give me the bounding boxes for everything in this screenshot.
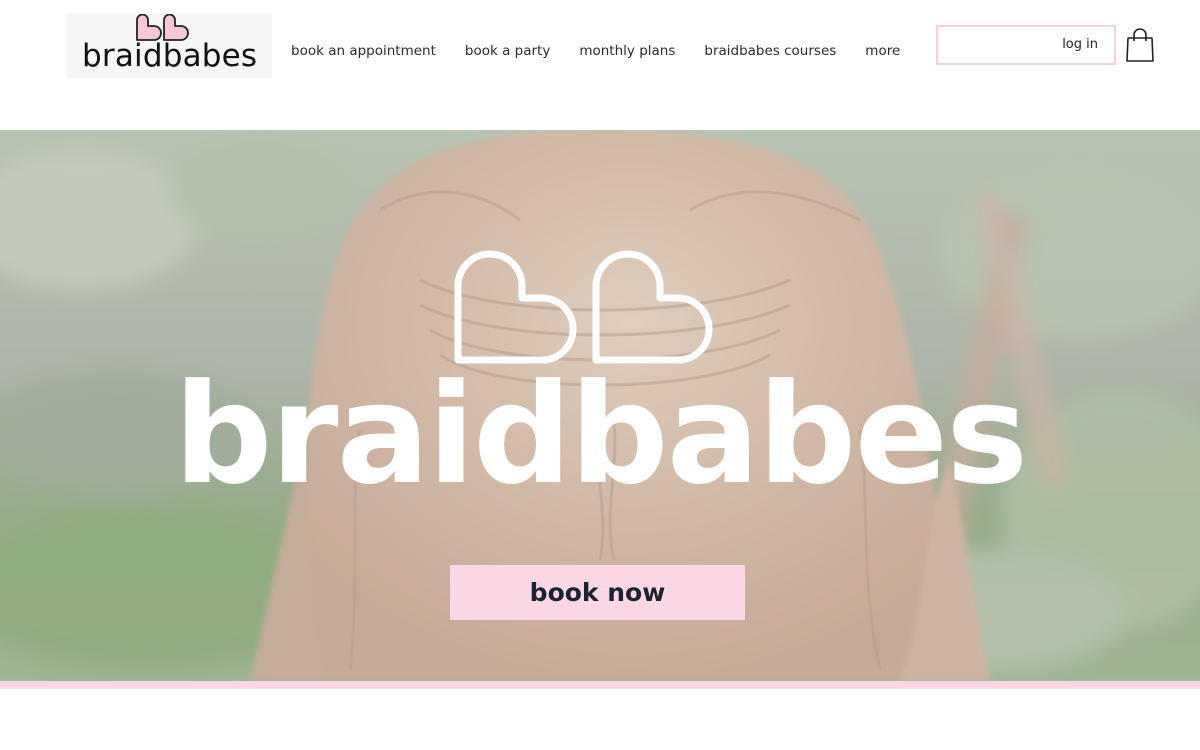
main-nav: book an appointment book a party monthly… [291,40,900,62]
nav-item-more[interactable]: more [865,43,900,59]
login-button[interactable]: log in [936,25,1116,65]
login-label: log in [1062,37,1098,52]
book-now-label: book now [529,578,666,607]
nav-item-book-party[interactable]: book a party [465,43,550,59]
hero-title: braidbabes [173,354,1028,515]
nav-item-book-appointment[interactable]: book an appointment [291,43,436,59]
nav-item-monthly-plans[interactable]: monthly plans [579,43,675,59]
hero-section: braidbabes book now [0,130,1200,681]
shopping-bag-icon[interactable] [1124,27,1156,63]
double-heart-icon [454,250,713,364]
pink-divider [0,681,1200,689]
nav-item-courses[interactable]: braidbabes courses [704,43,836,59]
logo-text: braidbabes [82,38,258,74]
book-now-button[interactable]: book now [450,565,745,620]
site-logo[interactable]: braidbabes [66,14,272,78]
site-header: braidbabes book an appointment book a pa… [0,0,1200,130]
